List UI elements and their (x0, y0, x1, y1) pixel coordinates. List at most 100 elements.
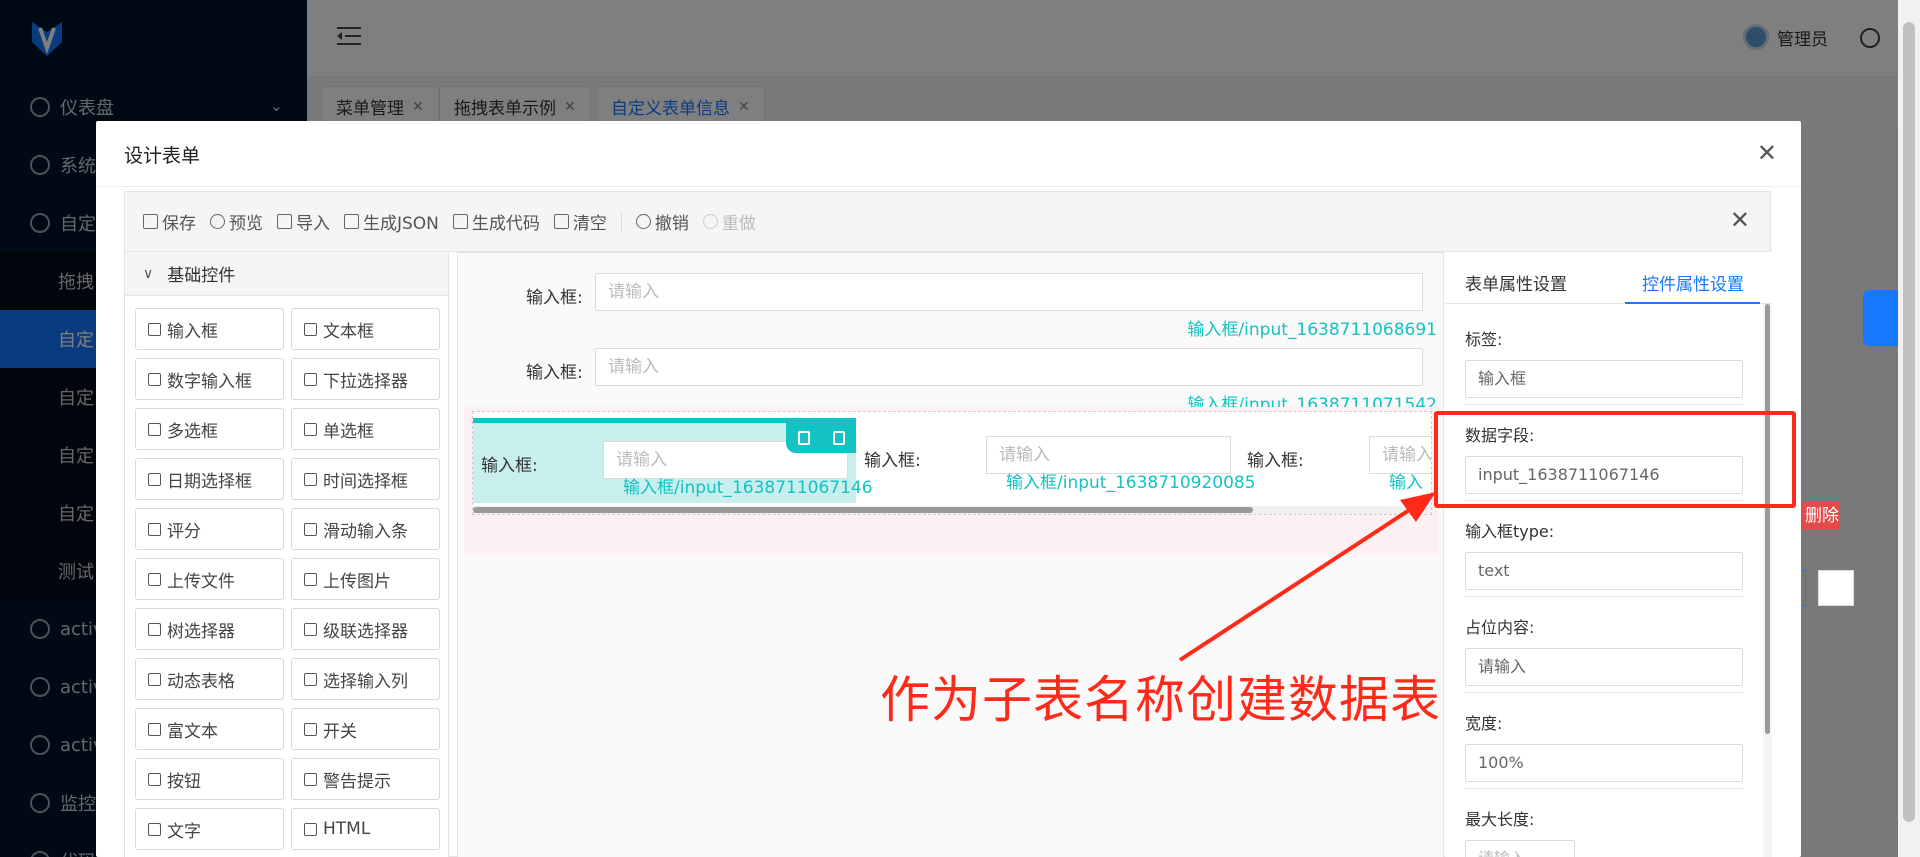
form-item[interactable]: 输入框: 请输入 输入框/input_1638711071542 (458, 328, 1445, 415)
component-item[interactable]: 下拉选择器 (291, 358, 440, 400)
component-item[interactable]: 数字输入框 (135, 358, 284, 400)
component-label: 树选择器 (167, 621, 235, 642)
designer-toolbar: 保存 预览 导入 生成JSON 生成代码 清空 撤销 重做 ✕ (125, 192, 1770, 252)
code-icon (452, 214, 468, 229)
property-scrollbar[interactable] (1763, 304, 1772, 857)
json-icon (344, 214, 359, 229)
sub-table[interactable]: 输入框: 请输入 输入框/input_1638711067146 输入框: 请输… (464, 407, 1439, 555)
component-icon (148, 822, 161, 836)
field-label: 输入框: (526, 288, 583, 308)
component-item[interactable]: 滑动输入条 (291, 508, 440, 550)
component-label: 多选框 (167, 421, 218, 442)
modal-title: 设计表单 (124, 145, 201, 167)
component-icon (148, 772, 161, 786)
component-item[interactable]: 开关 (291, 708, 440, 750)
field-label: 输入框: (1247, 451, 1304, 471)
component-label: 富文本 (167, 721, 218, 742)
component-label: 开关 (323, 721, 357, 742)
sub-table-body: 输入框: 请输入 输入框/input_1638711067146 输入框: 请输… (472, 411, 1432, 515)
component-item[interactable]: 动态表格 (135, 658, 284, 700)
text-input[interactable]: 请输入 (595, 273, 1423, 311)
component-label: 选择输入列 (323, 671, 408, 692)
component-icon (148, 322, 161, 336)
tab-control-properties[interactable]: 控件属性设置 (1642, 270, 1744, 295)
component-label: 上传图片 (323, 571, 391, 592)
component-label: 下拉选择器 (323, 371, 408, 392)
component-item[interactable]: 选择输入列 (291, 658, 440, 700)
component-label: 输入框 (167, 321, 218, 342)
component-item[interactable]: HTML (291, 808, 440, 850)
sub-table-column[interactable]: 输入框: 请输入 输入 (1239, 418, 1431, 503)
horizontal-scrollbar[interactable] (473, 506, 1431, 514)
generate-json-button[interactable]: 生成JSON (344, 209, 439, 234)
delete-button[interactable]: 删除 (1799, 502, 1839, 530)
component-item[interactable]: 树选择器 (135, 608, 284, 650)
import-button[interactable]: 导入 (277, 209, 330, 234)
component-icon (304, 372, 317, 386)
sub-table-column[interactable]: 输入框: 请输入 输入框/input_1638710920085 (856, 418, 1256, 503)
component-item[interactable]: 评分 (135, 508, 284, 550)
component-item[interactable]: 文字 (135, 808, 284, 850)
prop-placeholder: 占位内容: 请输入 (1465, 614, 1743, 686)
text-input[interactable]: 请输入 (595, 348, 1423, 386)
chevron-down-icon: ∨ (143, 265, 154, 282)
component-label: 文本框 (323, 321, 374, 342)
preview-button[interactable]: 预览 (210, 209, 263, 234)
save-button[interactable]: 保存 (143, 209, 196, 234)
prop-label: 标签: 输入框 (1465, 326, 1743, 398)
page-scrollbar[interactable] (1898, 0, 1920, 857)
component-item[interactable]: 按钮 (135, 758, 284, 800)
placeholder-input[interactable]: 请输入 (1465, 648, 1743, 686)
undo-icon (635, 214, 651, 229)
sub-table-column[interactable]: 输入框: 请输入 输入框/input_1638711067146 (473, 418, 873, 503)
component-item[interactable]: 输入框 (135, 308, 284, 350)
component-label: 动态表格 (167, 671, 235, 692)
component-item[interactable]: 文本框 (291, 308, 440, 350)
column-actions (786, 423, 856, 453)
clear-button[interactable]: 清空 (553, 209, 607, 234)
component-label: 按钮 (167, 771, 201, 792)
component-label: 警告提示 (323, 771, 391, 792)
delete-icon[interactable] (832, 431, 845, 445)
redo-button[interactable]: 重做 (702, 209, 756, 234)
settings-button[interactable] (1863, 290, 1898, 346)
component-label: 级联选择器 (323, 621, 408, 642)
input-type-field[interactable]: text (1465, 552, 1743, 590)
component-label: HTML (323, 819, 371, 839)
width-input[interactable]: 100% (1465, 744, 1743, 782)
component-icon (304, 622, 317, 636)
form-item[interactable]: 输入框: 请输入 输入框/input_1638711068691 (458, 253, 1445, 340)
prop-width: 宽度: 100% (1465, 710, 1743, 782)
component-icon (148, 522, 161, 536)
field-key-tag: 输入框/input_1638711067146 (623, 478, 873, 498)
close-icon[interactable]: ✕ (1757, 141, 1777, 165)
component-icon (148, 422, 161, 436)
component-item[interactable]: 单选框 (291, 408, 440, 450)
trash-icon (553, 214, 569, 229)
max-length-input[interactable]: 请输入 (1465, 840, 1575, 857)
component-icon (304, 472, 317, 486)
form-designer: 保存 预览 导入 生成JSON 生成代码 清空 撤销 重做 ✕ ∨ 基础控件 输… (124, 191, 1772, 857)
label-input[interactable]: 输入框 (1465, 360, 1743, 398)
undo-button[interactable]: 撤销 (635, 209, 689, 234)
field-label: 输入框: (526, 363, 583, 383)
component-item[interactable]: 时间选择框 (291, 458, 440, 500)
component-item[interactable]: 富文本 (135, 708, 284, 750)
tab-form-properties[interactable]: 表单属性设置 (1465, 270, 1567, 295)
generate-code-button[interactable]: 生成代码 (452, 209, 540, 234)
component-item[interactable]: 上传图片 (291, 558, 440, 600)
component-icon (304, 572, 317, 586)
field-label: 输入框: (481, 456, 538, 476)
component-item[interactable]: 上传文件 (135, 558, 284, 600)
component-item[interactable]: 级联选择器 (291, 608, 440, 650)
component-item[interactable]: 日期选择框 (135, 458, 284, 500)
pager-next[interactable] (1818, 570, 1854, 606)
prop-input-type: 输入框type: text (1465, 518, 1743, 590)
component-item[interactable]: 多选框 (135, 408, 284, 450)
component-group-header[interactable]: ∨ 基础控件 (125, 252, 448, 296)
close-icon[interactable]: ✕ (1730, 208, 1750, 232)
component-icon (304, 522, 317, 536)
component-icon (304, 722, 317, 736)
copy-icon[interactable] (797, 431, 810, 445)
component-item[interactable]: 警告提示 (291, 758, 440, 800)
